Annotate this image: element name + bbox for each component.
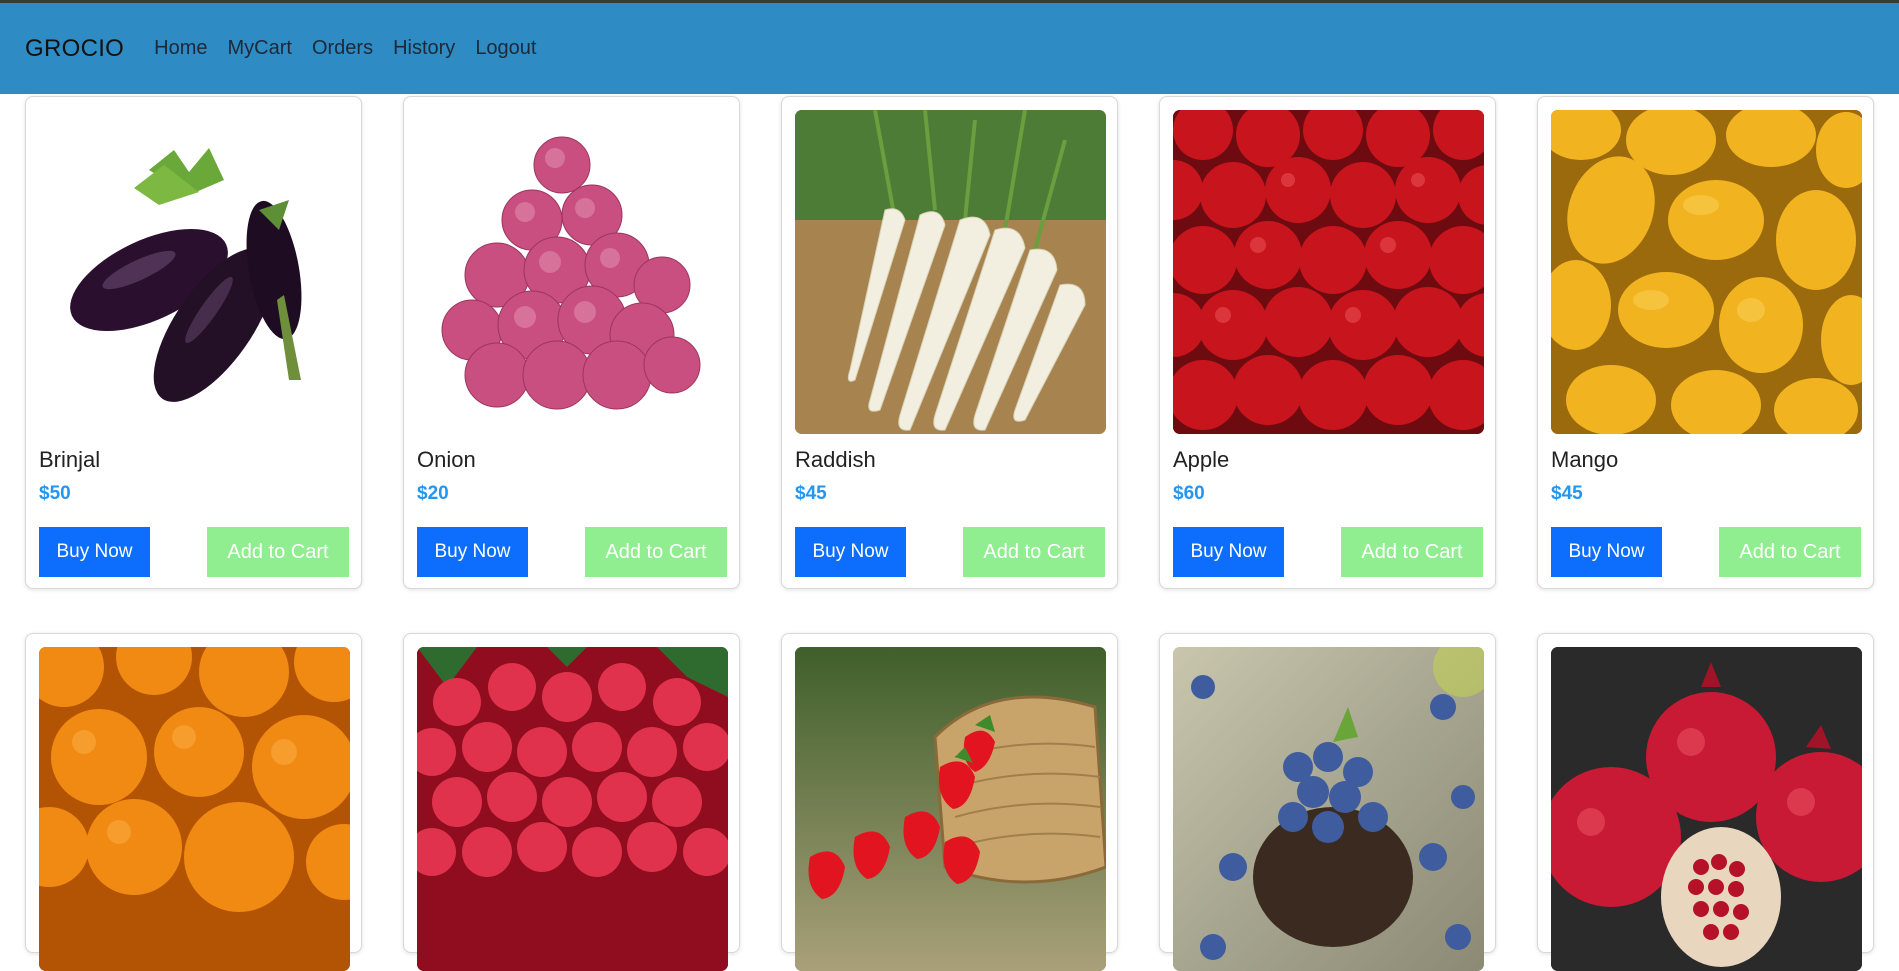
orange-image <box>39 647 350 971</box>
product-name: Brinjal <box>39 447 101 472</box>
add-to-cart-button[interactable]: Add to Cart <box>1719 527 1861 577</box>
strawberry-image <box>795 647 1106 971</box>
navbar: GROCIO Home MyCart Orders History Logout <box>0 3 1899 94</box>
buy-now-button[interactable]: Buy Now <box>1551 527 1662 577</box>
product-card-lychee <box>403 633 740 971</box>
blueberry-image <box>1173 647 1484 971</box>
product-card-orange <box>25 633 362 971</box>
product-name: Apple <box>1173 447 1230 472</box>
brand-logo[interactable]: GROCIO <box>25 35 124 63</box>
product-name: Onion <box>417 447 476 472</box>
product-name: Mango <box>1551 447 1619 472</box>
pomegranate-image <box>1551 647 1862 971</box>
lychee-image <box>417 647 728 971</box>
product-price: $60 <box>1173 483 1205 504</box>
add-to-cart-button[interactable]: Add to Cart <box>585 527 727 577</box>
apple-image <box>1173 110 1484 434</box>
nav-link-mycart[interactable]: MyCart <box>228 37 292 60</box>
onion-image <box>417 110 728 434</box>
product-card-apple: Apple $60 Buy Now Add to Cart <box>1159 96 1496 589</box>
product-card-brinjal: Brinjal $50 Buy Now Add to Cart <box>25 96 362 589</box>
add-to-cart-button[interactable]: Add to Cart <box>207 527 349 577</box>
nav-link-history[interactable]: History <box>393 37 455 60</box>
mango-image <box>1551 110 1862 434</box>
product-price: $50 <box>39 483 71 504</box>
product-card-blueberry <box>1159 633 1496 971</box>
product-card-radish: Raddish $45 Buy Now Add to Cart <box>781 96 1118 589</box>
nav-link-logout[interactable]: Logout <box>475 37 536 60</box>
buy-now-button[interactable]: Buy Now <box>1173 527 1284 577</box>
buy-now-button[interactable]: Buy Now <box>39 527 150 577</box>
product-name: Raddish <box>795 447 876 472</box>
radish-image <box>795 110 1106 434</box>
buy-now-button[interactable]: Buy Now <box>795 527 906 577</box>
add-to-cart-button[interactable]: Add to Cart <box>963 527 1105 577</box>
product-card-onion: Onion $20 Buy Now Add to Cart <box>403 96 740 589</box>
product-price: $20 <box>417 483 449 504</box>
product-card-strawberry <box>781 633 1118 971</box>
product-price: $45 <box>795 483 827 504</box>
product-card-mango: Mango $45 Buy Now Add to Cart <box>1537 96 1874 589</box>
product-card-pomegranate <box>1537 633 1874 971</box>
nav-link-orders[interactable]: Orders <box>312 37 373 60</box>
product-price: $45 <box>1551 483 1583 504</box>
add-to-cart-button[interactable]: Add to Cart <box>1341 527 1483 577</box>
nav-link-home[interactable]: Home <box>154 37 207 60</box>
buy-now-button[interactable]: Buy Now <box>417 527 528 577</box>
brinjal-image <box>39 110 350 434</box>
